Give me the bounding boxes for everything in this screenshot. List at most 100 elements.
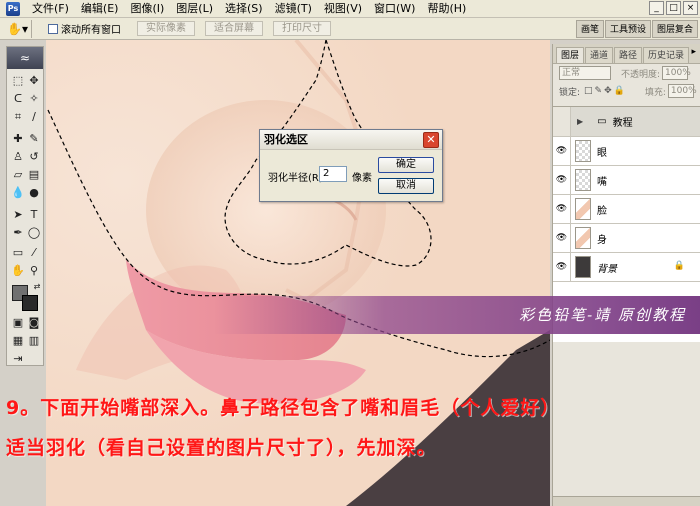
layer-group-row[interactable]: ▶ ▭ 教程	[553, 107, 700, 137]
move-tool-icon[interactable]: ✥	[26, 73, 42, 89]
palette-tab-layer-comps[interactable]: 图层复合	[651, 20, 698, 38]
blur-tool-icon[interactable]: 💧	[10, 185, 26, 201]
layer-name: 身	[597, 234, 607, 246]
lock-row: 锁定: □✎✥🔒 填充: 100%	[553, 82, 700, 100]
tab-history[interactable]: 历史记录	[643, 47, 690, 63]
opacity-input[interactable]: 100%	[662, 66, 691, 80]
scroll-all-windows-label: 滚动所有窗口	[61, 25, 121, 36]
eye-icon[interactable]: 👁	[553, 223, 571, 253]
tab-paths[interactable]: 路径	[614, 47, 643, 63]
menu-select[interactable]: 选择(S)	[219, 0, 269, 18]
eye-icon[interactable]: 👁	[553, 136, 571, 166]
lock-label: 锁定:	[559, 87, 581, 98]
expand-arrow-icon[interactable]: ▶	[577, 117, 583, 126]
shape-tool-icon[interactable]: ◯	[26, 225, 42, 241]
blend-mode-select[interactable]: 正常	[559, 66, 611, 80]
opacity-label: 不透明度:	[621, 69, 661, 80]
layer-row[interactable]: 👁 背景 🔒	[553, 252, 700, 282]
layer-row[interactable]: 👁 身	[553, 223, 700, 253]
crop-tool-icon[interactable]: ⌗	[10, 109, 26, 125]
fill-input[interactable]: 100%	[667, 84, 697, 98]
type-tool-icon[interactable]: T	[26, 207, 42, 223]
layer-row[interactable]: 👁 嘴	[553, 165, 700, 195]
healing-brush-tool-icon[interactable]: ✚	[10, 131, 26, 147]
menu-bar: Ps 文件(F) 编辑(E) 图像(I) 图层(L) 选择(S) 滤镜(T) 视…	[0, 0, 700, 18]
print-size-button[interactable]: 打印尺寸	[273, 21, 331, 36]
layer-name: 嘴	[597, 176, 607, 188]
background-color-swatch[interactable]	[22, 295, 38, 311]
zoom-tool-icon[interactable]: ⚲	[26, 263, 42, 279]
menu-edit[interactable]: 编辑(E)	[75, 0, 125, 18]
close-window-icon[interactable]: ×	[683, 1, 698, 15]
swap-colors-icon[interactable]: ⇄	[29, 279, 45, 295]
layer-name: 教程	[612, 118, 633, 129]
pixels-unit-label: 像素	[352, 173, 372, 184]
menu-layer[interactable]: 图层(L)	[170, 0, 219, 18]
toolbox: ≈ ⬚ ✥ ᑕ ✧ ⌗ ∕ ✚ ✎ ♙ ↺ ▱ ▤ 💧 ● ➤ T ✒ ◯ ▭ …	[6, 46, 44, 366]
eraser-tool-icon[interactable]: ▱	[10, 167, 26, 183]
slice-tool-icon[interactable]: ∕	[26, 109, 42, 125]
pen-tool-icon[interactable]: ✒	[10, 225, 26, 241]
screen-mode-icon[interactable]: ▦	[10, 333, 26, 349]
folder-icon: ▭	[597, 116, 607, 127]
lock-options-icons[interactable]: □✎✥🔒	[584, 86, 627, 96]
gradient-tool-icon[interactable]: ▤	[26, 167, 42, 183]
layer-name: 背景	[597, 263, 617, 275]
ok-button[interactable]: 确定	[378, 157, 434, 173]
window-controls: _ □ ×	[649, 1, 698, 15]
lasso-tool-icon[interactable]: ᑕ	[10, 91, 26, 107]
jump-to-imageready-icon[interactable]: ⇥	[10, 351, 26, 367]
brush-tool-icon[interactable]: ✎	[26, 131, 42, 147]
quick-mask-mode-icon[interactable]: ◙	[26, 315, 42, 331]
tab-channels[interactable]: 通道	[585, 47, 614, 63]
layer-thumbnail	[575, 140, 591, 162]
fit-screen-button[interactable]: 适合屏幕	[205, 21, 263, 36]
watermark-band: 彩色铅笔-靖 原创教程	[214, 296, 700, 334]
eye-icon[interactable]: 👁	[553, 194, 571, 224]
full-screen-mode-icon[interactable]: ▥	[26, 333, 42, 349]
notes-tool-icon[interactable]: ▭	[10, 245, 26, 261]
marquee-tool-icon[interactable]: ⬚	[10, 73, 26, 89]
palette-tab-tool-presets[interactable]: 工具预设	[604, 20, 651, 38]
magic-wand-tool-icon[interactable]: ✧	[26, 91, 42, 107]
layer-thumbnail	[575, 227, 591, 249]
eye-icon[interactable]: 👁	[553, 165, 571, 195]
eye-icon[interactable]: 👁	[553, 252, 571, 282]
tab-layers[interactable]: 图层	[556, 47, 585, 63]
photoshop-app-icon[interactable]: Ps	[6, 1, 20, 16]
dodge-tool-icon[interactable]: ●	[26, 185, 42, 201]
hand-tool-icon[interactable]: ✋	[10, 263, 26, 279]
hand-tool-preset-icon[interactable]: ✋▾	[4, 19, 32, 38]
menu-view[interactable]: 视图(V)	[318, 0, 368, 18]
palette-tab-brushes[interactable]: 画笔	[575, 20, 604, 38]
panel-menu-icon[interactable]: ▸	[691, 47, 696, 57]
menu-file[interactable]: 文件(F)	[26, 0, 75, 18]
menu-filter[interactable]: 滤镜(T)	[269, 0, 318, 18]
standard-mode-icon[interactable]: ▣	[10, 315, 26, 331]
dialog-close-icon[interactable]: ✕	[423, 132, 439, 148]
layer-thumbnail	[575, 198, 591, 220]
toolbox-header-logo[interactable]: ≈	[7, 47, 43, 69]
scroll-all-windows-checkbox[interactable]	[48, 23, 58, 34]
menu-help[interactable]: 帮助(H)	[421, 0, 472, 18]
path-selection-tool-icon[interactable]: ➤	[10, 207, 26, 223]
actual-pixels-button[interactable]: 实际像素	[137, 21, 195, 36]
feather-radius-input[interactable]: 2	[319, 166, 347, 182]
eyedropper-tool-icon[interactable]: ⁄	[26, 245, 42, 261]
layer-name: 眼	[597, 147, 607, 159]
layer-row[interactable]: 👁 脸	[553, 194, 700, 224]
panel-bottom-bar	[553, 496, 700, 506]
maximize-icon[interactable]: □	[666, 1, 681, 15]
clone-stamp-tool-icon[interactable]: ♙	[10, 149, 26, 165]
layer-name: 脸	[597, 205, 607, 217]
menu-window[interactable]: 窗口(W)	[368, 0, 421, 18]
cancel-button[interactable]: 取消	[378, 178, 434, 194]
layer-row[interactable]: 👁 眼	[553, 136, 700, 166]
minimize-icon[interactable]: _	[649, 1, 664, 15]
menu-image[interactable]: 图像(I)	[124, 0, 170, 18]
watermark-text: 彩色铅笔-靖 原创教程	[519, 306, 686, 324]
options-bar: ✋▾ 滚动所有窗口 实际像素 适合屏幕 打印尺寸 画笔 工具预设 图层复合	[0, 18, 700, 40]
visibility-toggle[interactable]	[553, 107, 571, 136]
lock-icon: 🔒	[673, 261, 685, 271]
history-brush-tool-icon[interactable]: ↺	[26, 149, 42, 165]
